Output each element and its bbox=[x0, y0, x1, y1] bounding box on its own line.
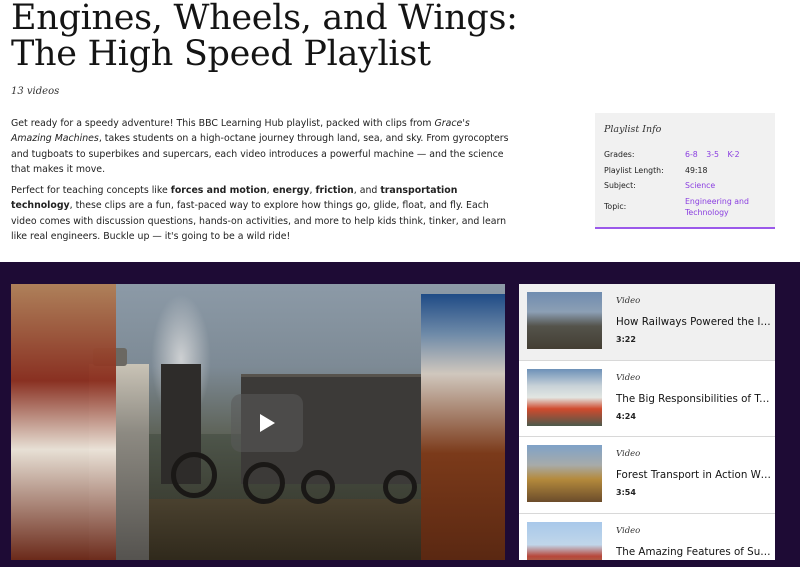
playlist-item[interactable]: Video How Railways Powered the In... 3:2… bbox=[519, 284, 775, 361]
video-player[interactable] bbox=[11, 284, 505, 560]
item-title: Forest Transport in Action Wi... bbox=[616, 469, 772, 481]
item-title: How Railways Powered the In... bbox=[616, 316, 772, 328]
item-duration: 3:22 bbox=[616, 335, 636, 344]
grades-row: Grades: 6-8 3-5 K-2 bbox=[604, 149, 766, 160]
item-type: Video bbox=[616, 372, 641, 383]
grade-link-k-2[interactable]: K-2 bbox=[727, 150, 739, 159]
playlist-description: Get ready for a speedy adventure! This B… bbox=[11, 116, 511, 250]
grade-link-6-8[interactable]: 6-8 bbox=[685, 150, 698, 159]
item-duration: 4:24 bbox=[616, 411, 636, 421]
topic-link[interactable]: Engineering and Technology bbox=[685, 196, 766, 218]
video-frame-wheel bbox=[243, 462, 285, 504]
item-title: The Amazing Features of Sup... bbox=[616, 545, 772, 558]
video-frame-wheel bbox=[301, 470, 335, 504]
description-paragraph-2: Perfect for teaching concepts like force… bbox=[11, 183, 511, 244]
video-count: 13 videos bbox=[11, 86, 60, 97]
playlist-info-panel: Playlist Info Grades: 6-8 3-5 K-2 Playli… bbox=[595, 113, 775, 229]
video-frame-wheel bbox=[171, 452, 217, 498]
subject-link[interactable]: Science bbox=[685, 180, 766, 191]
description-text: , these clips are a fun, fast-paced way … bbox=[11, 200, 507, 243]
video-frame-woman-right bbox=[421, 294, 505, 560]
item-title: The Big Responsibilities of Tu... bbox=[616, 392, 772, 405]
playlist-sidebar[interactable]: Video How Railways Powered the In... 3:2… bbox=[519, 284, 775, 560]
playlist-item[interactable]: Video Forest Transport in Action Wi... 3… bbox=[519, 437, 775, 514]
play-icon bbox=[260, 414, 275, 432]
grades-label: Grades: bbox=[604, 150, 635, 159]
subject-row: Subject: Science bbox=[604, 180, 766, 191]
item-type: Video bbox=[616, 296, 641, 306]
play-button[interactable] bbox=[231, 394, 303, 452]
video-frame-woman-left bbox=[11, 284, 116, 560]
video-thumbnail bbox=[527, 292, 602, 349]
length-label: Playlist Length: bbox=[604, 165, 664, 175]
playlist-item[interactable]: Video The Big Responsibilities of Tu... … bbox=[519, 360, 775, 437]
length-value: 49:18 bbox=[685, 165, 708, 175]
subject-label: Subject: bbox=[604, 181, 636, 190]
concept-friction: friction bbox=[315, 185, 354, 197]
description-text: Get ready for a speedy adventure! This B… bbox=[11, 118, 435, 129]
item-duration: 3:54 bbox=[616, 488, 636, 497]
description-text: Perfect for teaching concepts like bbox=[11, 185, 171, 197]
playlist-item[interactable]: Video The Amazing Features of Sup... bbox=[519, 513, 775, 560]
length-row: Playlist Length: 49:18 bbox=[604, 165, 766, 176]
video-thumbnail bbox=[527, 368, 602, 426]
video-thumbnail bbox=[527, 445, 602, 502]
video-frame-wheel bbox=[383, 470, 417, 504]
description-paragraph-1: Get ready for a speedy adventure! This B… bbox=[11, 116, 511, 177]
item-type: Video bbox=[616, 525, 641, 536]
grades-links: 6-8 3-5 K-2 bbox=[685, 149, 766, 160]
description-text: , and bbox=[353, 185, 381, 197]
grade-link-3-5[interactable]: 3-5 bbox=[706, 150, 719, 159]
topic-label: Topic: bbox=[604, 202, 627, 211]
page-title: Engines, Wheels, and Wings: The High Spe… bbox=[11, 0, 518, 74]
topic-row: Topic: Engineering and Technology bbox=[604, 196, 766, 218]
concept-energy: energy bbox=[272, 185, 310, 197]
item-type: Video bbox=[616, 449, 641, 459]
playlist-info-heading: Playlist Info bbox=[604, 124, 662, 135]
concept-forces: forces and motion bbox=[170, 185, 267, 197]
video-thumbnail bbox=[527, 521, 602, 560]
